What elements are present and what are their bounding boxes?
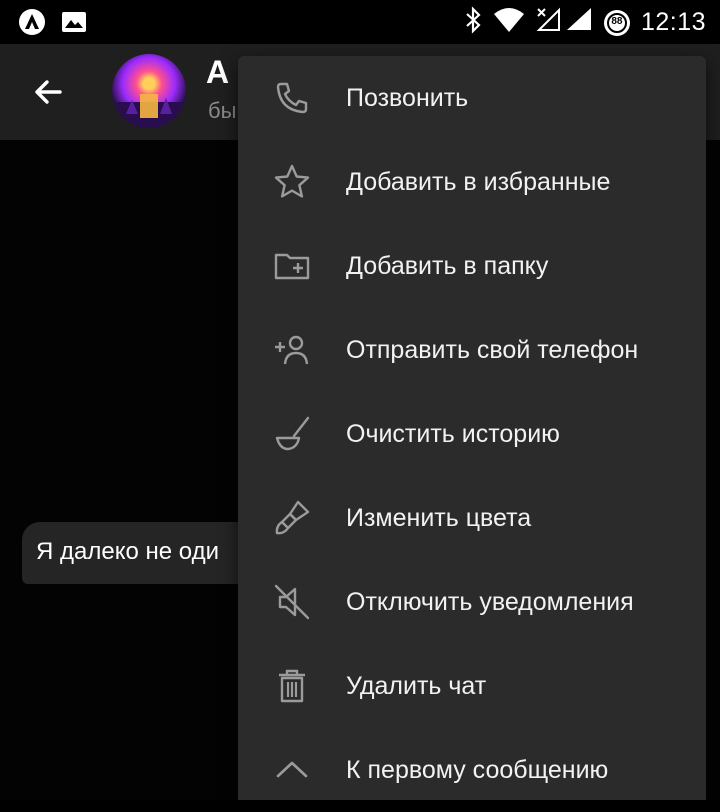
badge-icon: 88 (603, 9, 631, 37)
menu-item-call[interactable]: Позвонить (238, 56, 706, 140)
signal-icon (535, 6, 593, 39)
menu-item-share-phone[interactable]: Отправить свой телефон (238, 308, 706, 392)
status-time: 12:13 (640, 8, 706, 36)
back-button[interactable] (20, 68, 76, 116)
add-person-icon (238, 308, 346, 392)
chat-title[interactable]: A (206, 54, 229, 91)
phone-icon (238, 56, 346, 140)
back-arrow-icon (35, 80, 62, 104)
menu-item-mute[interactable]: Отключить уведомления (238, 560, 706, 644)
chat-subtitle: бы (208, 98, 237, 123)
chevron-up-icon (238, 728, 346, 812)
app-icon (18, 8, 46, 41)
menu-item-label: Удалить чат (346, 671, 487, 700)
menu-item-first-message[interactable]: К первому сообщению (238, 728, 706, 812)
image-icon (60, 8, 88, 41)
menu-item-label: Отправить свой телефон (346, 335, 639, 364)
broom-icon (238, 392, 346, 476)
menu-item-add-folder[interactable]: Добавить в папку (238, 224, 706, 308)
wifi-icon (493, 6, 525, 39)
brush-icon (238, 476, 346, 560)
menu-item-add-favorites[interactable]: Добавить в избранные (238, 140, 706, 224)
menu-item-label: Изменить цвета (346, 503, 532, 532)
message-text: Я далеко не оди (36, 538, 219, 565)
menu-item-label: Позвонить (346, 83, 469, 112)
trash-icon (238, 644, 346, 728)
menu-item-label: Очистить историю (346, 419, 560, 448)
menu-item-delete-chat[interactable]: Удалить чат (238, 644, 706, 728)
star-icon (238, 140, 346, 224)
status-bar-right: 88 12:13 (465, 6, 706, 39)
avatar[interactable] (112, 54, 186, 128)
menu-item-label: К первому сообщению (346, 755, 609, 784)
folder-add-icon (238, 224, 346, 308)
menu-item-label: Добавить в избранные (346, 167, 611, 196)
avatar-image (112, 94, 186, 128)
menu-item-clear-history[interactable]: Очистить историю (238, 392, 706, 476)
menu-item-label: Отключить уведомления (346, 587, 634, 616)
overflow-menu: Позвонить Добавить в избранные Добавить … (238, 56, 706, 800)
status-bar-left (18, 8, 88, 41)
badge-count: 88 (611, 15, 623, 27)
menu-item-change-colors[interactable]: Изменить цвета (238, 476, 706, 560)
bluetooth-icon (465, 6, 483, 39)
mute-icon (238, 560, 346, 644)
status-bar: 88 12:13 (0, 0, 720, 44)
menu-item-label: Добавить в папку (346, 251, 549, 280)
